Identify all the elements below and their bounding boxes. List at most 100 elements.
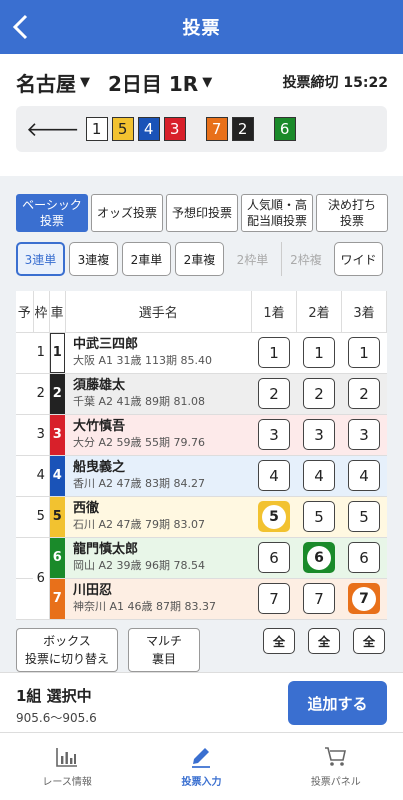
nav-vote-input[interactable]: 投票入力 <box>134 733 268 800</box>
rider-name: 中武三四郎 <box>73 337 139 352</box>
pos1-button[interactable]: 2 <box>258 378 290 409</box>
rider-row: 6 6 龍門慎太郎 岡山 A2 39歳 96期 78.54 6 6 6 <box>16 537 387 620</box>
pos2-cell: 5 <box>296 496 342 538</box>
rider-info: 大分 A2 59歳 55期 79.76 <box>73 436 205 449</box>
nav-vote-panel[interactable]: 投票パネル <box>269 733 403 800</box>
rider-info: 神奈川 A1 46歳 87期 83.37 <box>73 600 216 613</box>
bet-type-1[interactable]: 3連複 <box>69 242 118 276</box>
yoso-cell[interactable] <box>16 537 33 579</box>
rider-name: 須藤雄太 <box>73 378 126 393</box>
selected-chip-2: 2 <box>231 117 254 141</box>
pos2-cell: 3 <box>296 414 342 456</box>
bet-type-3[interactable]: 2車複 <box>175 242 224 276</box>
race-select[interactable]: 2日目 1R <box>108 68 198 97</box>
page-title: 投票 <box>182 18 221 39</box>
header-car: 車 <box>49 291 66 333</box>
pos2-cell: 6 <box>296 537 342 579</box>
yoso-cell[interactable] <box>16 578 33 620</box>
pos3-button[interactable]: 3 <box>348 419 380 450</box>
yoso-cell[interactable] <box>16 332 33 374</box>
selected-chip-1: 1 <box>85 117 108 141</box>
race-dropdown-icon[interactable]: ▼ <box>202 75 212 90</box>
rider-row: 3 3 大竹慎吾 大分 A2 59歳 55期 79.76 3 3 3 <box>16 414 387 456</box>
pos3-button[interactable]: 6 <box>348 542 380 573</box>
pos3-button[interactable]: 7 <box>348 583 380 614</box>
tab-0[interactable]: ベーシック 投票 <box>16 194 88 232</box>
tab-4[interactable]: 決め打ち 投票 <box>316 194 388 232</box>
pos1-cell: 3 <box>251 414 297 456</box>
selected-chip-3: 3 <box>163 117 186 141</box>
pos-label: 2 <box>314 384 324 403</box>
pos-label: 4 <box>314 466 324 485</box>
waku-number: 1 <box>33 332 50 374</box>
pos3-button[interactable]: 5 <box>348 501 380 532</box>
select-all-pos3-button[interactable]: 全 <box>353 628 385 654</box>
yoso-cell[interactable] <box>16 455 33 497</box>
yoso-cell[interactable] <box>16 496 33 538</box>
pos2-button[interactable]: 6 <box>303 542 335 573</box>
pos1-button[interactable]: 5 <box>258 501 290 532</box>
pos-label: 7 <box>352 586 376 611</box>
car-number: 5 <box>49 496 65 538</box>
vote-method-tabs: ベーシック 投票 オッズ投票 予想印投票 人気順・高 配当順投票 決め打ち 投票 <box>16 194 388 232</box>
pos3-cell: 5 <box>341 496 387 538</box>
select-all-pos2-button[interactable]: 全 <box>308 628 340 654</box>
bet-type-selector: 3連単 3連複 2車単 2車複 2枠単 2枠複 ワイド <box>16 242 388 276</box>
yoso-cell[interactable] <box>16 373 33 415</box>
rider-info: 岡山 A2 39歳 96期 78.54 <box>73 559 205 572</box>
pos2-button[interactable]: 4 <box>303 460 335 491</box>
venue-select[interactable]: 名古屋 <box>16 68 76 97</box>
pos1-button[interactable]: 7 <box>258 583 290 614</box>
pos1-button[interactable]: 3 <box>258 419 290 450</box>
pos3-button[interactable]: 1 <box>348 337 380 368</box>
app-header: 投票 <box>0 0 403 54</box>
pos3-button[interactable]: 4 <box>348 460 380 491</box>
header-waku: 枠 <box>33 291 50 333</box>
pos2-button[interactable]: 2 <box>303 378 335 409</box>
pos1-cell: 1 <box>251 332 297 374</box>
waku-number: 3 <box>33 414 50 456</box>
bet-type-6[interactable]: ワイド <box>334 242 383 276</box>
rider-name: 川田忍 <box>73 583 113 598</box>
pos2-cell: 1 <box>296 332 342 374</box>
yoso-cell[interactable] <box>16 414 33 456</box>
pos3-button[interactable]: 2 <box>348 378 380 409</box>
nav-label: レース情報 <box>42 776 92 788</box>
pos2-button[interactable]: 7 <box>303 583 335 614</box>
pos1-button[interactable]: 1 <box>258 337 290 368</box>
select-all-pos1-button[interactable]: 全 <box>263 628 295 654</box>
header-pos3: 3着 <box>341 291 387 333</box>
back-arrow-icon[interactable] <box>10 13 32 41</box>
pos-label: 5 <box>359 507 369 526</box>
box-switch-button[interactable]: ボックス 投票に切り替え <box>16 628 118 672</box>
bet-type-2[interactable]: 2車単 <box>122 242 171 276</box>
header-pos1: 1着 <box>251 291 297 333</box>
pos1-button[interactable]: 4 <box>258 460 290 491</box>
pos3-cell: 3 <box>341 414 387 456</box>
pos1-cell: 2 <box>251 373 297 415</box>
pos2-button[interactable]: 3 <box>303 419 335 450</box>
rider-name-cell: 川田忍神奈川 A1 46歳 87期 83.37 <box>65 578 252 620</box>
pos2-cell: 2 <box>296 373 342 415</box>
pos2-button[interactable]: 1 <box>303 337 335 368</box>
rider-name: 大竹慎吾 <box>73 419 126 434</box>
bet-type-0[interactable]: 3連単 <box>16 242 65 276</box>
vote-deadline: 投票締切 15:22 <box>282 75 388 91</box>
rider-name: 龍門慎太郎 <box>73 542 139 557</box>
car-number: 4 <box>49 455 65 497</box>
tab-2[interactable]: 予想印投票 <box>166 194 238 232</box>
pos1-button[interactable]: 6 <box>258 542 290 573</box>
tab-3[interactable]: 人気順・高 配当順投票 <box>241 194 313 232</box>
bottom-navigation: レース情報 投票入力 投票パネル <box>0 732 403 800</box>
add-button[interactable]: 追加する <box>288 681 387 725</box>
rider-row: 2 2 須藤雄太 千葉 A2 41歳 89期 81.08 2 2 2 <box>16 373 387 415</box>
pos2-button[interactable]: 5 <box>303 501 335 532</box>
pos-label: 3 <box>314 425 324 444</box>
pos-label: 4 <box>269 466 279 485</box>
venue-dropdown-icon[interactable]: ▼ <box>80 75 90 90</box>
nav-race-info[interactable]: レース情報 <box>0 733 134 800</box>
multi-button[interactable]: マルチ 裏目 <box>128 628 200 672</box>
tab-1[interactable]: オッズ投票 <box>91 194 163 232</box>
odds-range: 905.6～905.6 <box>16 711 97 725</box>
bar-chart-icon <box>56 747 78 767</box>
